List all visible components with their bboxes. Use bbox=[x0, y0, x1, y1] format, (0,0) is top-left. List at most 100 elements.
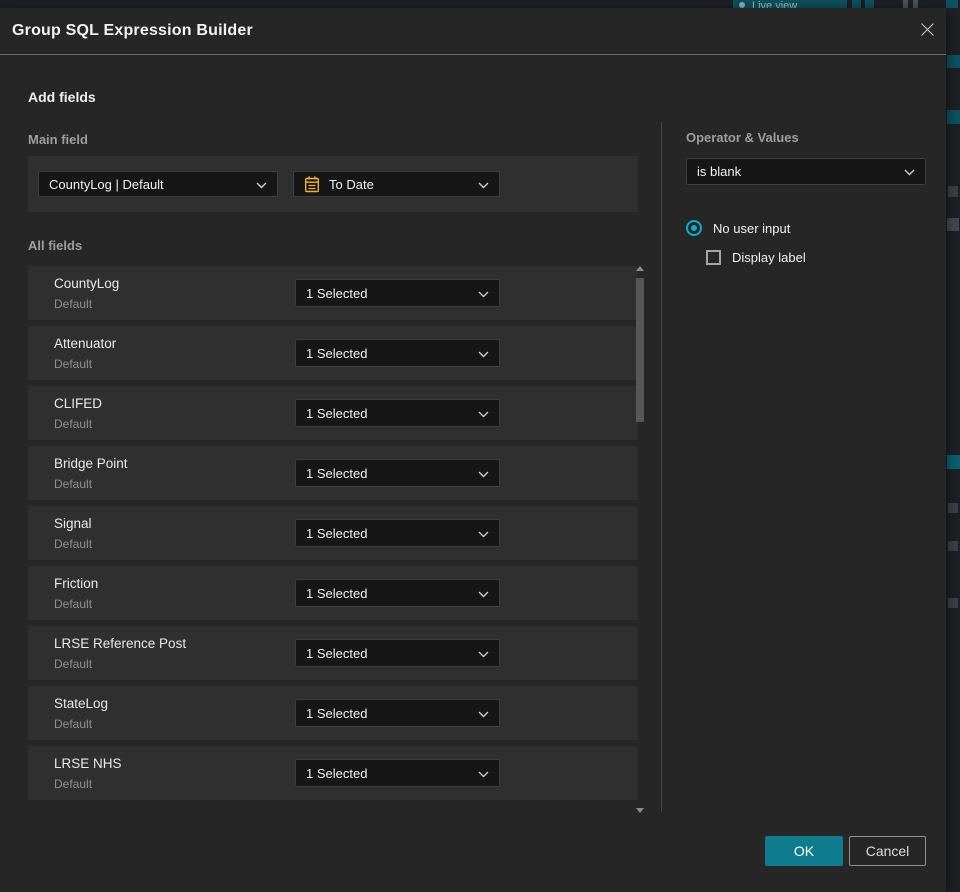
checkbox-icon[interactable] bbox=[706, 250, 721, 265]
field-row: CLIFED Default 1 Selected bbox=[28, 386, 638, 440]
background-app-fragment bbox=[947, 110, 960, 124]
field-row: Attenuator Default 1 Selected bbox=[28, 326, 638, 380]
cancel-button[interactable]: Cancel bbox=[849, 836, 926, 866]
field-row: Signal Default 1 Selected bbox=[28, 506, 638, 560]
calendar-icon bbox=[304, 176, 320, 193]
field-row: LRSE Reference Post Default 1 Selected bbox=[28, 626, 638, 680]
background-app-fragment bbox=[947, 218, 959, 231]
ok-button[interactable]: OK bbox=[765, 836, 843, 866]
field-selection-value: 1 Selected bbox=[306, 465, 368, 481]
field-name: Attenuator bbox=[54, 336, 117, 351]
field-selection-dropdown[interactable]: 1 Selected bbox=[295, 339, 500, 367]
field-row: Friction Default 1 Selected bbox=[28, 566, 638, 620]
display-label-checkbox-row[interactable]: Display label bbox=[706, 250, 806, 265]
field-selection-dropdown[interactable]: 1 Selected bbox=[295, 579, 500, 607]
field-subtitle: Default bbox=[54, 657, 93, 671]
field-selection-value: 1 Selected bbox=[306, 525, 368, 541]
all-fields-list: CountyLog Default 1 Selected Attenuator … bbox=[28, 266, 638, 806]
field-row: StateLog Default 1 Selected bbox=[28, 686, 638, 740]
field-subtitle: Default bbox=[54, 537, 93, 551]
field-selection-value: 1 Selected bbox=[306, 765, 368, 781]
main-field-dropdown[interactable]: CountyLog | Default bbox=[38, 171, 278, 197]
background-app-fragment bbox=[947, 455, 960, 469]
field-selection-dropdown[interactable]: 1 Selected bbox=[295, 759, 500, 787]
chevron-down-icon bbox=[478, 766, 489, 781]
add-fields-heading: Add fields bbox=[28, 89, 96, 105]
scrollbar-down-arrow-icon[interactable] bbox=[636, 808, 644, 813]
operator-dropdown[interactable]: is blank bbox=[686, 158, 926, 185]
close-button[interactable] bbox=[915, 20, 939, 44]
background-app-fragment bbox=[852, 0, 861, 8]
field-subtitle: Default bbox=[54, 417, 93, 431]
field-selection-dropdown[interactable]: 1 Selected bbox=[295, 699, 500, 727]
field-selection-dropdown[interactable]: 1 Selected bbox=[295, 399, 500, 427]
background-app-fragment bbox=[947, 55, 960, 68]
chevron-down-icon bbox=[478, 706, 489, 721]
field-selection-dropdown[interactable]: 1 Selected bbox=[295, 459, 500, 487]
field-subtitle: Default bbox=[54, 717, 93, 731]
group-sql-expression-builder-dialog: Group SQL Expression Builder Add fields … bbox=[0, 8, 946, 892]
operator-values-label: Operator & Values bbox=[686, 130, 799, 145]
chevron-down-icon bbox=[478, 526, 489, 541]
live-view-toolbar-fragment: Live view bbox=[733, 0, 847, 8]
main-field-type-value: To Date bbox=[329, 176, 374, 192]
field-name: StateLog bbox=[54, 696, 109, 711]
field-selection-value: 1 Selected bbox=[306, 585, 368, 601]
no-user-input-label: No user input bbox=[713, 220, 791, 236]
all-fields-label: All fields bbox=[28, 238, 83, 253]
field-name: LRSE NHS bbox=[54, 756, 122, 771]
close-icon bbox=[920, 22, 935, 42]
chevron-down-icon bbox=[478, 177, 489, 192]
background-app-fragment bbox=[948, 503, 958, 513]
live-view-label: Live view bbox=[752, 0, 798, 8]
field-subtitle: Default bbox=[54, 357, 93, 371]
chevron-down-icon bbox=[256, 177, 267, 192]
dialog-titlebar: Group SQL Expression Builder bbox=[0, 8, 946, 55]
scrollbar-up-arrow-icon[interactable] bbox=[636, 266, 644, 271]
fields-list-scrollbar bbox=[636, 266, 645, 813]
field-name: CountyLog bbox=[54, 276, 120, 291]
field-name: LRSE Reference Post bbox=[54, 636, 187, 651]
field-subtitle: Default bbox=[54, 297, 93, 311]
field-name: CLIFED bbox=[54, 396, 103, 411]
chevron-down-icon bbox=[478, 346, 489, 361]
field-selection-dropdown[interactable]: 1 Selected bbox=[295, 519, 500, 547]
display-label-label: Display label bbox=[732, 250, 806, 265]
main-field-type-dropdown[interactable]: To Date bbox=[293, 171, 500, 197]
chevron-down-icon bbox=[478, 286, 489, 301]
no-user-input-radio-row[interactable]: No user input bbox=[686, 220, 790, 236]
chevron-down-icon bbox=[478, 406, 489, 421]
screen: Live view Group SQL Expression Builder A… bbox=[0, 0, 960, 892]
dialog-title: Group SQL Expression Builder bbox=[12, 22, 253, 39]
main-field-label: Main field bbox=[28, 132, 88, 147]
field-subtitle: Default bbox=[54, 477, 93, 491]
field-subtitle: Default bbox=[54, 777, 93, 791]
field-name: Bridge Point bbox=[54, 456, 128, 471]
background-app-fragment bbox=[903, 0, 908, 8]
field-name: Friction bbox=[54, 576, 99, 591]
field-selection-value: 1 Selected bbox=[306, 345, 368, 361]
background-app-fragment bbox=[946, 0, 958, 8]
scrollbar-thumb[interactable] bbox=[636, 278, 644, 422]
field-row: Bridge Point Default 1 Selected bbox=[28, 446, 638, 500]
vertical-divider bbox=[661, 122, 662, 812]
chevron-down-icon bbox=[904, 164, 915, 179]
field-name: Signal bbox=[54, 516, 92, 531]
field-row: CountyLog Default 1 Selected bbox=[28, 266, 638, 320]
radio-button-icon[interactable] bbox=[686, 220, 702, 236]
background-app-fragment bbox=[948, 186, 958, 197]
operator-dropdown-value: is blank bbox=[697, 164, 742, 179]
field-selection-dropdown[interactable]: 1 Selected bbox=[295, 279, 500, 307]
field-selection-value: 1 Selected bbox=[306, 705, 368, 721]
main-field-panel: CountyLog | Default To Date bbox=[28, 156, 638, 212]
background-app-fragment bbox=[948, 598, 958, 608]
field-selection-value: 1 Selected bbox=[306, 645, 368, 661]
background-app-fragment bbox=[948, 541, 958, 551]
field-selection-value: 1 Selected bbox=[306, 285, 368, 301]
field-row: LRSE NHS Default 1 Selected bbox=[28, 746, 638, 800]
chevron-down-icon bbox=[478, 586, 489, 601]
field-selection-value: 1 Selected bbox=[306, 405, 368, 421]
background-app-fragment bbox=[913, 0, 918, 8]
main-field-dropdown-value: CountyLog | Default bbox=[49, 176, 164, 192]
field-selection-dropdown[interactable]: 1 Selected bbox=[295, 639, 500, 667]
